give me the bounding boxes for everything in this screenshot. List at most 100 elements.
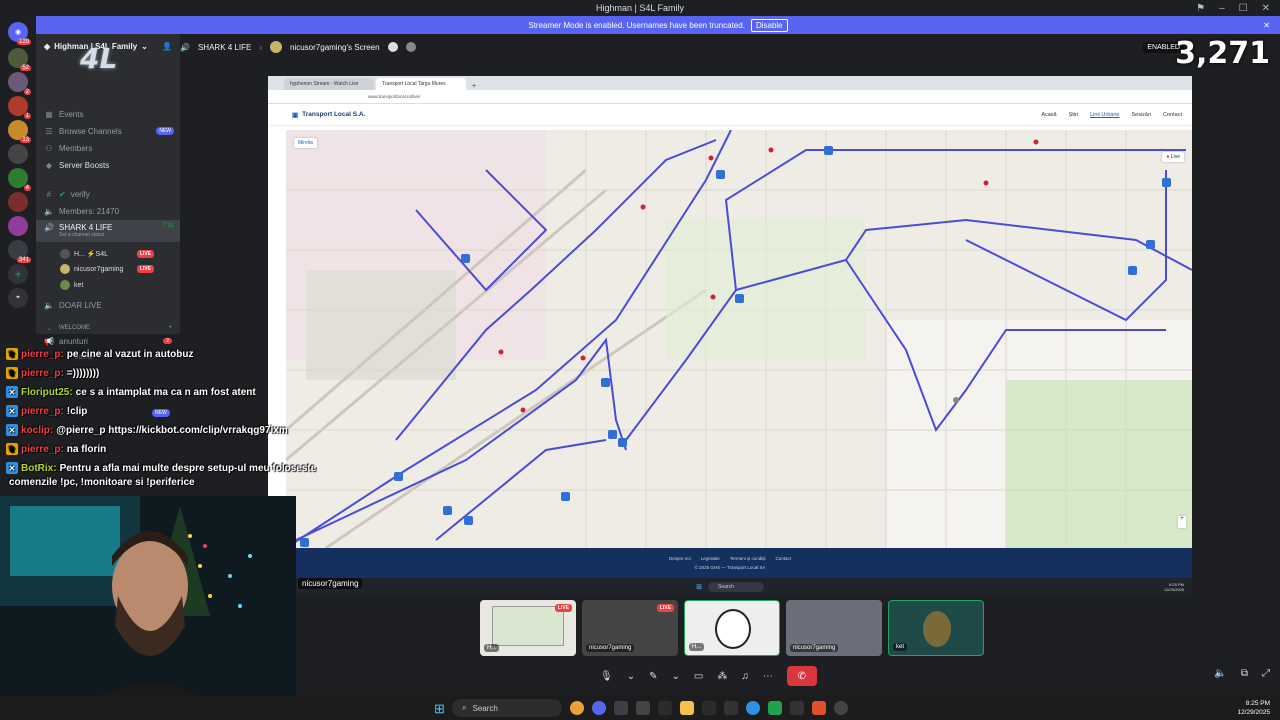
more-icon[interactable]: ⋯ [763,671,773,682]
taskbar-search[interactable]: ⌕ Search [452,699,562,717]
site-title[interactable]: Transport Local S.A. [302,111,365,118]
add-server-icon[interactable]: + [8,264,28,284]
browser-tab[interactable]: hyphenon Stream - Watch Live [284,78,374,90]
chevron-down-icon[interactable]: ⌄ [671,671,679,682]
call-controls: 🎙 ⌄ ✎ ⌄ ▭ ⁂ ♫ ⋯ ✆ [600,664,840,688]
chrome-icon[interactable] [570,701,584,715]
app-icon[interactable] [834,701,848,715]
fullscreen-icon[interactable]: ⤢ [1262,668,1270,679]
site-header: ▣ Transport Local S.A. Acasă Știri Linii… [268,104,1192,126]
footer-link[interactable]: Legislatie [701,556,720,561]
soundboard-icon[interactable]: ♫ [741,671,749,682]
participant-tile[interactable]: LIVE nicusor7gaming [582,600,678,656]
app-icon[interactable] [636,701,650,715]
activities-icon[interactable]: ⁂ [717,671,727,682]
nav-contact[interactable]: Contact [1163,112,1182,118]
discord-icon[interactable] [592,701,606,715]
disconnect-button[interactable]: ✆ [786,666,817,686]
stream-channel-name[interactable]: SHARK 4 LIFE [198,43,251,52]
screen-share-icon[interactable]: ▭ [694,671,703,682]
shared-screen-browser: hyphenon Stream - Watch Live Transport L… [268,76,1192,596]
close-button[interactable]: ✕ [1262,3,1270,14]
search-icon: ⌕ [462,703,467,712]
file-explorer-icon[interactable] [680,701,694,715]
app-icon[interactable] [724,701,738,715]
voice-channel-shark4life[interactable]: 🔊 SHARK 4 LIFE Set a channel status 7:31 [36,220,180,242]
avatar [60,249,70,259]
hashtag-icon: # [46,189,52,199]
server-icon[interactable]: 1 [8,96,31,119]
volume-icon[interactable]: 🔈 [1214,668,1226,679]
maximize-button[interactable]: ☐ [1239,3,1248,14]
server-icon[interactable]: 52 [8,48,31,71]
participant-tile[interactable]: nicusor7gaming [786,600,882,656]
close-banner-icon[interactable]: ✕ [1263,21,1270,30]
new-badge: NEW [156,127,174,135]
footer-link[interactable]: Despre noi [669,556,691,561]
channel-verify[interactable]: # ✔ verify [36,186,180,202]
minimize-button[interactable]: – [1219,3,1225,14]
sidebar-item-server-boosts[interactable]: ◆ Server Boosts [36,157,180,173]
nav-linii-urbane[interactable]: Linii Urbane [1090,112,1119,118]
x-badge-icon: ✕ [6,386,18,398]
invite-icon[interactable]: 👤 [162,42,172,51]
sidebar-item-browse-channels[interactable]: ☰ Browse Channels NEW [36,123,180,139]
server-icon[interactable]: 13 [8,120,31,143]
server-icon[interactable] [8,144,28,164]
calendar-icon: ▦ [45,109,53,119]
voice-user[interactable]: nicusor7gaming LIVE [36,262,160,276]
nav-acasa[interactable]: Acasă [1041,112,1056,118]
site-logo-icon: ▣ [292,111,299,119]
speaker-icon: 🔈 [44,300,54,310]
live-bus-map[interactable]: Mirelia ● Live + [286,130,1192,548]
popout-icon[interactable]: ⧉ [1241,668,1248,679]
voice-user[interactable]: H... ⚡S4L LIVE [36,247,160,261]
sidebar-item-members[interactable]: ⚇ Members [36,140,180,156]
streamer-mode-banner: Streamer Mode is enabled. Usernames have… [36,16,1280,34]
new-tab-icon[interactable]: + [472,83,476,90]
server-icon[interactable] [8,192,28,212]
server-icon[interactable]: 4 [8,168,31,191]
chat-line: ✕ Floriput25: ce s a intamplat ma ca n am … [6,386,256,398]
discover-icon[interactable]: ⌖ [8,288,28,308]
voice-channel-doar-live[interactable]: 🔈 DOAR LIVE [36,297,180,313]
server-icon[interactable] [8,216,28,236]
taskbar-clock[interactable]: 8:25 PM 12/29/2025 [1237,699,1270,717]
map-area-label: Mirelia [294,138,317,148]
server-icon[interactable]: 341 [8,240,31,263]
participant-tile[interactable]: H... [684,600,780,656]
microphone-icon[interactable]: 🎙 [600,671,613,682]
zoom-in-button[interactable]: + [1178,516,1186,528]
address-bar[interactable]: www.transportlocal.ro/live/ [268,90,1192,104]
browser-tab-active[interactable]: Transport Local Targu Mures [376,78,466,90]
brave-icon[interactable] [812,701,826,715]
server-icon[interactable]: 2 [8,72,31,95]
windows-start-icon[interactable]: ⊞ [434,701,448,716]
footer-link[interactable]: Termeni și condiții [730,556,766,561]
app-icon[interactable] [702,701,716,715]
participant-tile[interactable]: LIVE H... [480,600,576,656]
window-titlebar: Highman | S4L Family ⚑ – ☐ ✕ [0,0,1280,16]
channel-members-count[interactable]: 🔈 Members: 21470 [36,203,180,219]
map-canvas [286,130,1192,548]
chevron-down-icon[interactable]: ⌄ [627,671,635,682]
url-text: www.transportlocal.ro/live/ [368,94,421,99]
footer-link[interactable]: Contact [776,556,792,561]
home-icon[interactable]: ◉ 129 [8,22,31,45]
app-icon[interactable] [658,701,672,715]
headphones-icon[interactable]: ✎ [649,671,657,682]
steam-icon[interactable] [614,701,628,715]
nav-sesizari[interactable]: Sesizări [1131,112,1151,118]
nav-stiri[interactable]: Știri [1069,112,1078,118]
avatar [60,280,70,290]
edge-icon[interactable] [746,701,760,715]
inbox-icon[interactable]: ⚑ [1196,3,1205,14]
chat-line: ✕ pierre_p: !clip [6,405,87,417]
app-icon[interactable] [768,701,782,715]
add-channel-icon[interactable]: + [168,325,172,331]
participant-tile[interactable]: ket [888,600,984,656]
sidebar-item-events[interactable]: ▦ Events [36,106,180,122]
app-icon[interactable] [790,701,804,715]
voice-user[interactable]: ket [36,278,160,292]
disable-streamer-mode-button[interactable]: Disable [750,18,788,32]
